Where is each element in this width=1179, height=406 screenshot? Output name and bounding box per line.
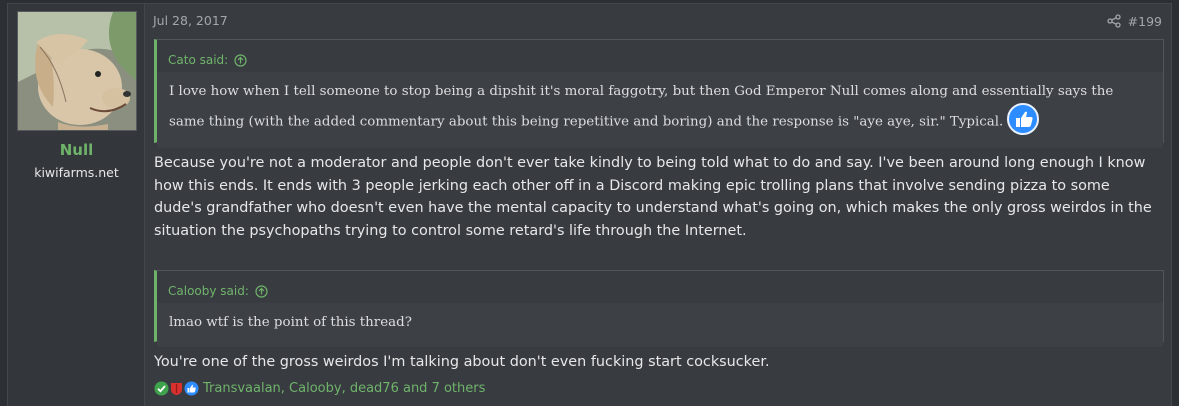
user-cell: Null kiwifarms.net <box>8 4 145 406</box>
winner-icon <box>171 383 182 395</box>
quote-header[interactable]: Calooby said: <box>157 271 1163 303</box>
username[interactable]: Null <box>8 141 145 159</box>
quote-text: I love how when I tell someone to stop b… <box>169 84 1114 130</box>
dog-avatar-image <box>18 12 136 130</box>
post: Null kiwifarms.net Jul 28, 2017 #199 Cat… <box>7 3 1172 406</box>
quote-author[interactable]: Cato said: <box>168 53 228 67</box>
post-body-paragraph: Because you're not a moderator and peopl… <box>154 155 1152 239</box>
check-icon <box>154 381 169 396</box>
avatar[interactable] <box>17 11 137 131</box>
reactions-bar[interactable]: Transvaalan, Calooby, dead76 and 7 other… <box>154 381 485 396</box>
user-title: kiwifarms.net <box>34 165 119 180</box>
quote-header[interactable]: Cato said: <box>157 40 1163 72</box>
reaction-users-link[interactable]: Transvaalan, Calooby, dead76 and 7 other… <box>203 381 485 396</box>
post-main: Jul 28, 2017 #199 Cato said: I love how … <box>146 4 1171 406</box>
quote-author[interactable]: Calooby said: <box>168 284 249 298</box>
like-icon <box>1007 103 1040 135</box>
quote-content: lmao wtf is the point of this thread? <box>157 303 1163 347</box>
quote-text: lmao wtf is the point of this thread? <box>169 315 412 330</box>
quote-content: I love how when I tell someone to stop b… <box>157 72 1163 148</box>
arrow-up-circle-icon[interactable] <box>255 284 268 298</box>
quote-block: Calooby said: lmao wtf is the point of t… <box>154 270 1164 347</box>
post-date[interactable]: Jul 28, 2017 <box>153 13 228 28</box>
like-icon <box>184 381 199 396</box>
quote-block: Cato said: I love how when I tell someon… <box>154 39 1164 148</box>
share-icon[interactable] <box>1107 14 1121 28</box>
post-number[interactable]: #199 <box>1128 14 1162 29</box>
arrow-up-circle-icon[interactable] <box>234 53 247 67</box>
post-body-paragraph: You're one of the gross weirdos I'm talk… <box>154 354 770 370</box>
